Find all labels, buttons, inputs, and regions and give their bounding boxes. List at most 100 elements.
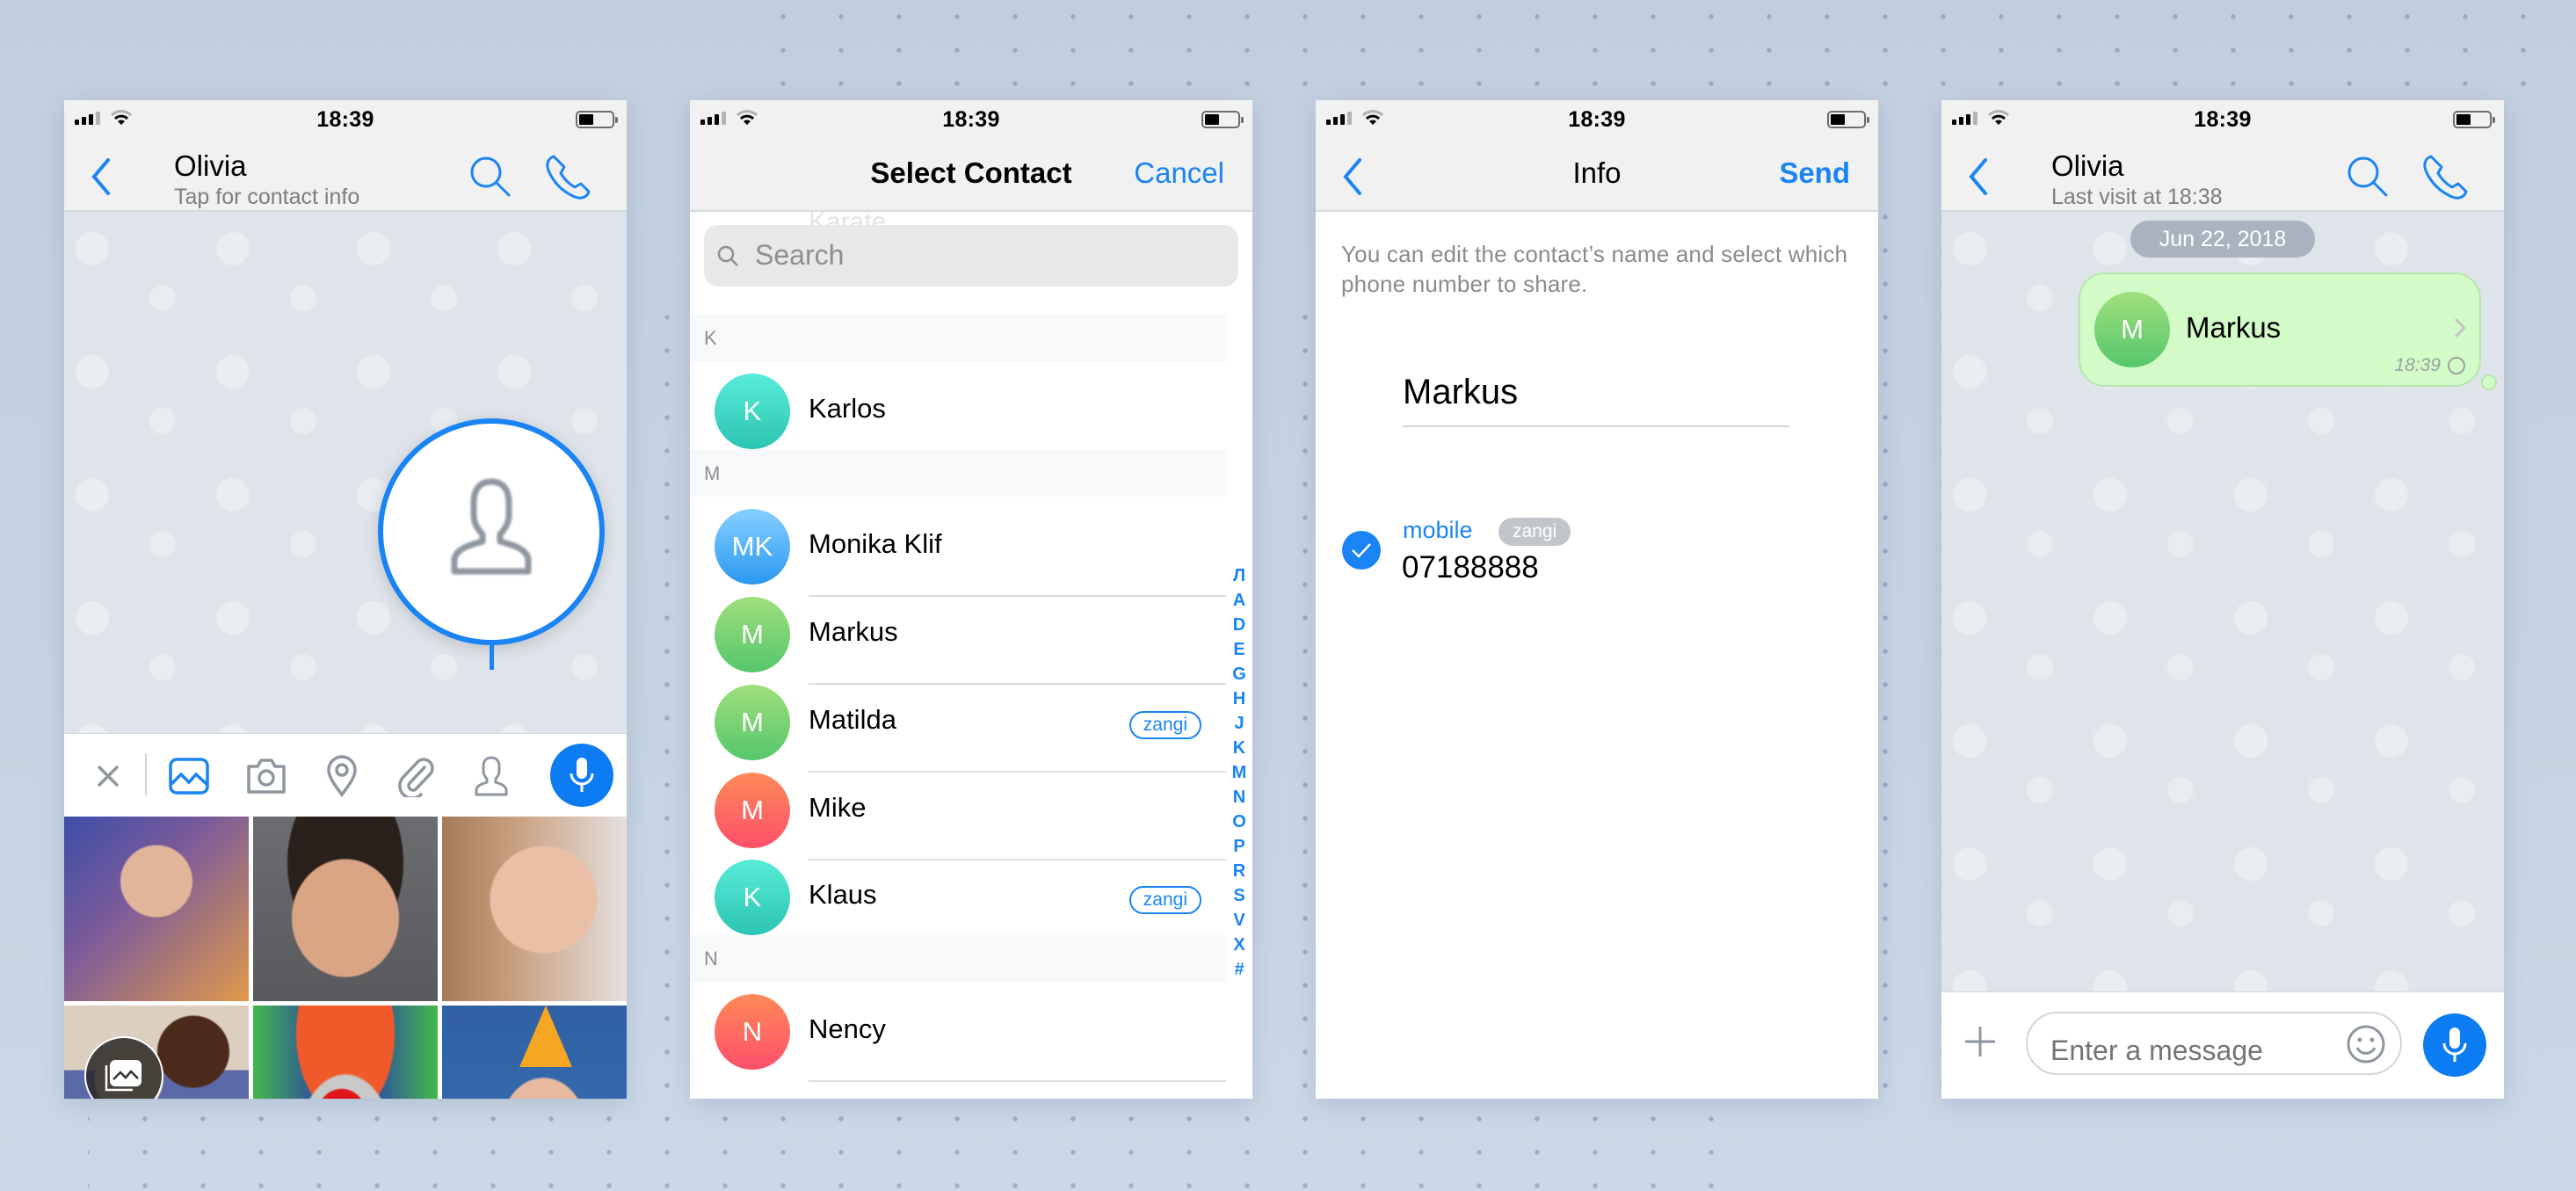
index-letter[interactable]: P: [1233, 834, 1244, 859]
cancel-button[interactable]: Cancel: [1134, 156, 1224, 190]
search-input[interactable]: Search: [704, 225, 1238, 287]
gallery-icon: [169, 758, 209, 795]
last-seen: Last visit at 18:38: [2051, 185, 2223, 209]
contact-magnifier: [378, 418, 605, 645]
search-icon[interactable]: [2344, 153, 2391, 200]
alphabet-index[interactable]: Л A D E G H J K M N O P R S V X #: [1226, 563, 1252, 982]
back-chevron-icon[interactable]: [1966, 155, 1992, 199]
back-chevron-icon[interactable]: [89, 155, 115, 199]
gallery-icon: [105, 1060, 141, 1092]
voice-button[interactable]: [550, 744, 613, 807]
contact-row[interactable]: M Markus: [690, 585, 1226, 685]
photo-thumbnail[interactable]: [64, 817, 249, 1001]
phone-select-checkbox[interactable]: [1342, 531, 1381, 570]
phone-icon[interactable]: [541, 151, 592, 202]
photo-thumbnail[interactable]: [442, 817, 627, 1001]
section-letter: N: [704, 948, 718, 970]
contact-row[interactable]: K Klaus zangi: [690, 847, 1226, 935]
nav-bar: Select Contact Cancel: [690, 137, 1252, 212]
camera-icon: [247, 759, 286, 794]
index-letter[interactable]: N: [1233, 785, 1245, 810]
plus-icon[interactable]: [1963, 1024, 1998, 1059]
index-letter[interactable]: K: [1233, 736, 1245, 760]
battery-icon: [576, 111, 618, 128]
index-letter[interactable]: D: [1233, 613, 1245, 637]
contact-name[interactable]: Olivia: [2051, 149, 2124, 183]
index-letter[interactable]: R: [1233, 859, 1245, 883]
section-header: M: [690, 450, 1226, 497]
status-bar: 18:39: [1316, 100, 1878, 137]
contact-row[interactable]: M Mike: [690, 760, 1226, 861]
gallery-button[interactable]: [166, 753, 212, 799]
contact-subtitle[interactable]: Tap for contact info: [174, 185, 359, 210]
contact-row[interactable]: K Karlos: [690, 361, 1226, 449]
contact-button[interactable]: [468, 753, 514, 799]
contact-name[interactable]: Olivia: [174, 149, 247, 183]
section-header: K: [690, 315, 1226, 361]
contact-row[interactable]: MK Monika Klif: [690, 497, 1226, 597]
photo-thumbnail[interactable]: [253, 817, 438, 1001]
status-bar: 18:39: [1941, 100, 2504, 137]
contact-row[interactable]: N Nency: [690, 982, 1226, 1082]
index-letter[interactable]: G: [1232, 662, 1246, 686]
index-letter[interactable]: Л: [1233, 563, 1245, 588]
contact-row[interactable]: M Matilda zangi: [690, 672, 1226, 773]
message-time: 18:39: [2394, 355, 2441, 375]
contact-message-bubble[interactable]: M Markus 18:39: [2079, 272, 2481, 387]
location-button[interactable]: [319, 753, 365, 799]
avatar: N: [715, 994, 790, 1070]
toolbar-divider: [145, 753, 147, 795]
emoji-icon[interactable]: [2346, 1024, 2386, 1064]
photo-thumbnail[interactable]: [442, 1006, 627, 1099]
send-button[interactable]: Send: [1779, 156, 1850, 190]
row-separator: [809, 1080, 1226, 1082]
close-button[interactable]: [85, 753, 131, 799]
section-letter: K: [704, 327, 717, 349]
status-bar: 18:39: [64, 100, 627, 137]
phone-type-label: mobile: [1403, 517, 1473, 543]
phone-number: 07188888: [1402, 550, 1539, 585]
index-letter[interactable]: H: [1233, 686, 1245, 711]
info-hint: You can edit the contact’s name and sele…: [1341, 241, 1848, 297]
bubble-tail: [2481, 374, 2497, 390]
contact-name: Nency: [809, 1013, 886, 1044]
contact-name: Mike: [809, 792, 867, 823]
section-letter: M: [704, 462, 721, 484]
message-composer: [1941, 991, 2504, 1099]
file-button[interactable]: [394, 753, 439, 799]
magnifier-stem: [490, 643, 494, 670]
avatar: M: [715, 597, 790, 672]
camera-button[interactable]: [243, 753, 289, 799]
index-letter[interactable]: O: [1232, 810, 1246, 834]
contact-name: Klaus: [809, 879, 877, 910]
voice-button[interactable]: [2423, 1013, 2486, 1077]
contact-name-field[interactable]: Markus: [1403, 373, 1789, 427]
contact-icon: [475, 756, 508, 796]
avatar: MK: [715, 509, 790, 585]
nav-bar: Info Send: [1316, 137, 1878, 212]
checkmark-icon: [1352, 543, 1371, 558]
chat-header: Olivia Last visit at 18:38: [1941, 137, 2504, 212]
index-letter[interactable]: M: [1232, 760, 1247, 785]
avatar: M: [2094, 292, 2170, 367]
phone-icon[interactable]: [2419, 151, 2470, 202]
battery-icon: [1201, 111, 1244, 128]
index-letter[interactable]: A: [1233, 588, 1245, 613]
index-letter[interactable]: S: [1233, 883, 1244, 908]
index-letter[interactable]: J: [1234, 711, 1244, 736]
status-time: 18:39: [316, 107, 374, 132]
index-letter[interactable]: V: [1233, 908, 1244, 933]
photo-thumbnail[interactable]: [253, 1006, 438, 1099]
index-letter[interactable]: #: [1234, 957, 1244, 982]
chat-sent-screen: 18:39 Olivia Last visit at 18:38 Jun 22,…: [1941, 100, 2504, 1099]
search-icon: [717, 245, 738, 266]
select-contact-screen: 18:39 Select Contact Cancel Karate Searc…: [690, 100, 1252, 1099]
zangi-badge: zangi: [1498, 518, 1571, 546]
search-placeholder: Search: [755, 239, 845, 271]
chat-attachment-screen: 18:39 Olivia Tap for contact info: [64, 100, 627, 1099]
status-time: 18:39: [942, 107, 1000, 132]
contact-icon: [451, 478, 532, 575]
index-letter[interactable]: X: [1233, 933, 1244, 957]
index-letter[interactable]: E: [1233, 637, 1244, 662]
search-icon[interactable]: [467, 153, 514, 200]
